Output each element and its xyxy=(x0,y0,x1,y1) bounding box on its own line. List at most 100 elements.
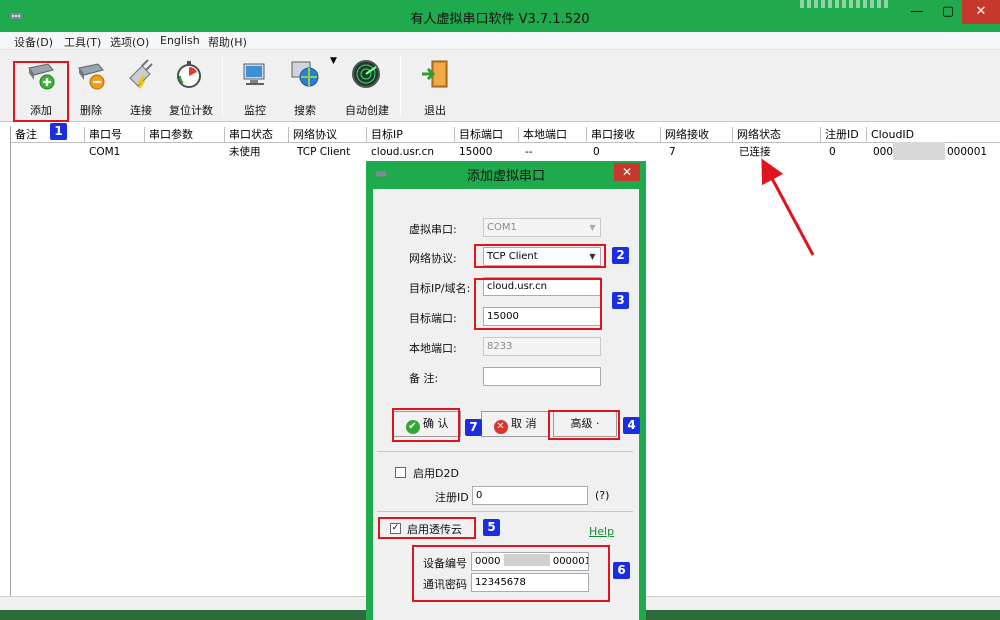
enable-d2d-checkbox[interactable] xyxy=(395,467,406,478)
annotation-box-2 xyxy=(474,244,606,268)
annotation-box-4 xyxy=(548,410,620,440)
window-titlebar: 有人虚拟串口软件 V3.7.1.520 — ▢ ✕ xyxy=(0,0,1000,32)
menu-bar: 设备(D) 工具(T) 选项(O) English 帮助(H) xyxy=(0,32,1000,50)
delete-label: 删除 xyxy=(80,104,102,117)
column-header-serial-rx[interactable]: 串口接收 xyxy=(587,127,661,142)
column-header-target-ip[interactable]: 目标IP xyxy=(367,127,455,142)
annotation-badge-1: 1 xyxy=(50,123,67,140)
annotation-badge-5: 5 xyxy=(483,519,500,536)
search-label: 搜索 xyxy=(294,104,316,117)
column-header-port-status[interactable]: 串口状态 xyxy=(225,127,289,142)
column-header-reg-id[interactable]: 注册ID xyxy=(821,127,867,142)
cell-protocol: TCP Client xyxy=(297,146,351,158)
cancel-button[interactable]: ✕ 取 消 xyxy=(481,411,549,437)
column-header-remark[interactable]: 备注 xyxy=(11,127,85,142)
reset-count-label: 复位计数 xyxy=(169,104,213,117)
exit-label: 退出 xyxy=(424,104,446,117)
protocol-label: 网络协议: xyxy=(409,252,457,265)
delete-button[interactable]: 删除 xyxy=(68,54,114,118)
help-link[interactable]: Help xyxy=(589,525,614,538)
maximize-button[interactable]: ▢ xyxy=(934,0,962,24)
annotation-box-6 xyxy=(412,545,610,602)
annotation-arrow xyxy=(761,158,815,256)
remark-input[interactable] xyxy=(483,367,601,386)
column-header-net-rx[interactable]: 网络接收 xyxy=(661,127,733,142)
auto-create-label: 自动创建 xyxy=(345,104,389,117)
monitor-button[interactable]: 监控 xyxy=(232,54,278,118)
cell-port-status: 未使用 xyxy=(229,146,261,158)
column-header-port[interactable]: 串口号 xyxy=(85,127,145,142)
cell-reg-id: 0 xyxy=(829,146,836,158)
toolbar: 添加 删除 连接 复位计数 监控 搜索 ▼ 自动创建 退出 xyxy=(0,50,1000,122)
connect-label: 连接 xyxy=(130,104,152,117)
menu-help[interactable]: 帮助(H) xyxy=(208,34,247,50)
cell-target-ip: cloud.usr.cn xyxy=(371,146,435,158)
column-header-cloud-id[interactable]: CloudID xyxy=(867,127,1000,142)
menu-options[interactable]: 选项(O) xyxy=(110,34,149,50)
table-header: 备注 串口号 串口参数 串口状态 网络协议 目标IP 目标端口 本地端口 串口接… xyxy=(11,126,1000,143)
cell-target-port: 15000 xyxy=(459,146,493,158)
menu-tools[interactable]: 工具(T) xyxy=(64,34,101,50)
chevron-down-icon: ▼ xyxy=(589,223,596,232)
cell-port: COM1 xyxy=(89,146,121,158)
cell-serial-rx: 0 xyxy=(593,146,600,158)
annotation-badge-3: 3 xyxy=(612,292,629,309)
monitor-computer-icon xyxy=(243,63,265,85)
local-port-input: 8233 xyxy=(483,337,601,356)
virtual-port-label: 虚拟串口: xyxy=(409,223,457,236)
annotation-box-5 xyxy=(378,517,476,539)
annotation-badge-4: 4 xyxy=(623,417,640,434)
cell-cloud-id-suffix: 000001 xyxy=(947,146,988,158)
titlebar-decoration xyxy=(800,0,890,8)
annotation-box-1 xyxy=(13,61,69,122)
virtual-port-select: COM1 ▼ xyxy=(483,218,601,237)
reg-id-label: 注册ID xyxy=(435,491,469,504)
column-header-target-port[interactable]: 目标端口 xyxy=(455,127,519,142)
exit-door-icon xyxy=(422,60,448,88)
remark-label: 备 注: xyxy=(409,372,439,385)
annotation-box-7 xyxy=(392,408,460,442)
connect-button[interactable]: 连接 xyxy=(118,54,164,118)
divider xyxy=(377,511,633,512)
virtual-port-value: COM1 xyxy=(487,222,517,233)
cell-local-port: -- xyxy=(525,146,533,158)
auto-create-button[interactable]: 自动创建 xyxy=(343,54,391,118)
menu-english[interactable]: English xyxy=(160,34,200,47)
annotation-badge-7: 7 xyxy=(465,419,482,436)
annotation-badge-6: 6 xyxy=(613,562,630,579)
toolbar-separator xyxy=(222,56,223,116)
dialog-title: 添加虚拟串口 xyxy=(466,169,545,184)
local-port-label: 本地端口: xyxy=(409,342,457,355)
search-button[interactable]: 搜索 xyxy=(282,54,328,118)
enable-d2d-label: 启用D2D xyxy=(413,467,459,480)
monitor-label: 监控 xyxy=(244,104,266,117)
search-dropdown-arrow-icon[interactable]: ▼ xyxy=(330,56,337,66)
column-header-protocol[interactable]: 网络协议 xyxy=(289,127,367,142)
dialog-close-button[interactable]: ✕ xyxy=(614,163,640,181)
cancel-icon: ✕ xyxy=(493,420,508,434)
menu-device[interactable]: 设备(D) xyxy=(14,34,53,50)
target-ip-label: 目标IP/域名: xyxy=(409,282,471,295)
redacted-block xyxy=(893,142,945,160)
globe-search-icon xyxy=(291,61,319,87)
close-button[interactable]: ✕ xyxy=(962,0,1000,24)
divider xyxy=(377,451,633,452)
column-header-local-port[interactable]: 本地端口 xyxy=(519,127,587,142)
reset-count-button[interactable]: 复位计数 xyxy=(166,54,216,118)
column-header-net-status[interactable]: 网络状态 xyxy=(733,127,821,142)
radar-icon xyxy=(352,60,380,88)
cancel-label: 取 消 xyxy=(511,417,537,430)
stopwatch-reset-icon xyxy=(177,61,201,88)
column-header-params[interactable]: 串口参数 xyxy=(145,127,225,142)
annotation-badge-2: 2 xyxy=(612,247,629,264)
exit-button[interactable]: 退出 xyxy=(412,54,458,118)
cell-net-rx: 7 xyxy=(669,146,676,158)
reg-id-input[interactable]: 0 xyxy=(472,486,588,505)
minimize-button[interactable]: — xyxy=(900,0,934,24)
reg-id-help-link[interactable]: (?) xyxy=(595,489,609,502)
target-port-label: 目标端口: xyxy=(409,312,457,325)
window-title: 有人虚拟串口软件 V3.7.1.520 xyxy=(410,12,590,27)
toolbar-separator xyxy=(400,56,401,116)
annotation-box-3 xyxy=(474,278,602,330)
plug-connect-icon xyxy=(129,59,153,89)
